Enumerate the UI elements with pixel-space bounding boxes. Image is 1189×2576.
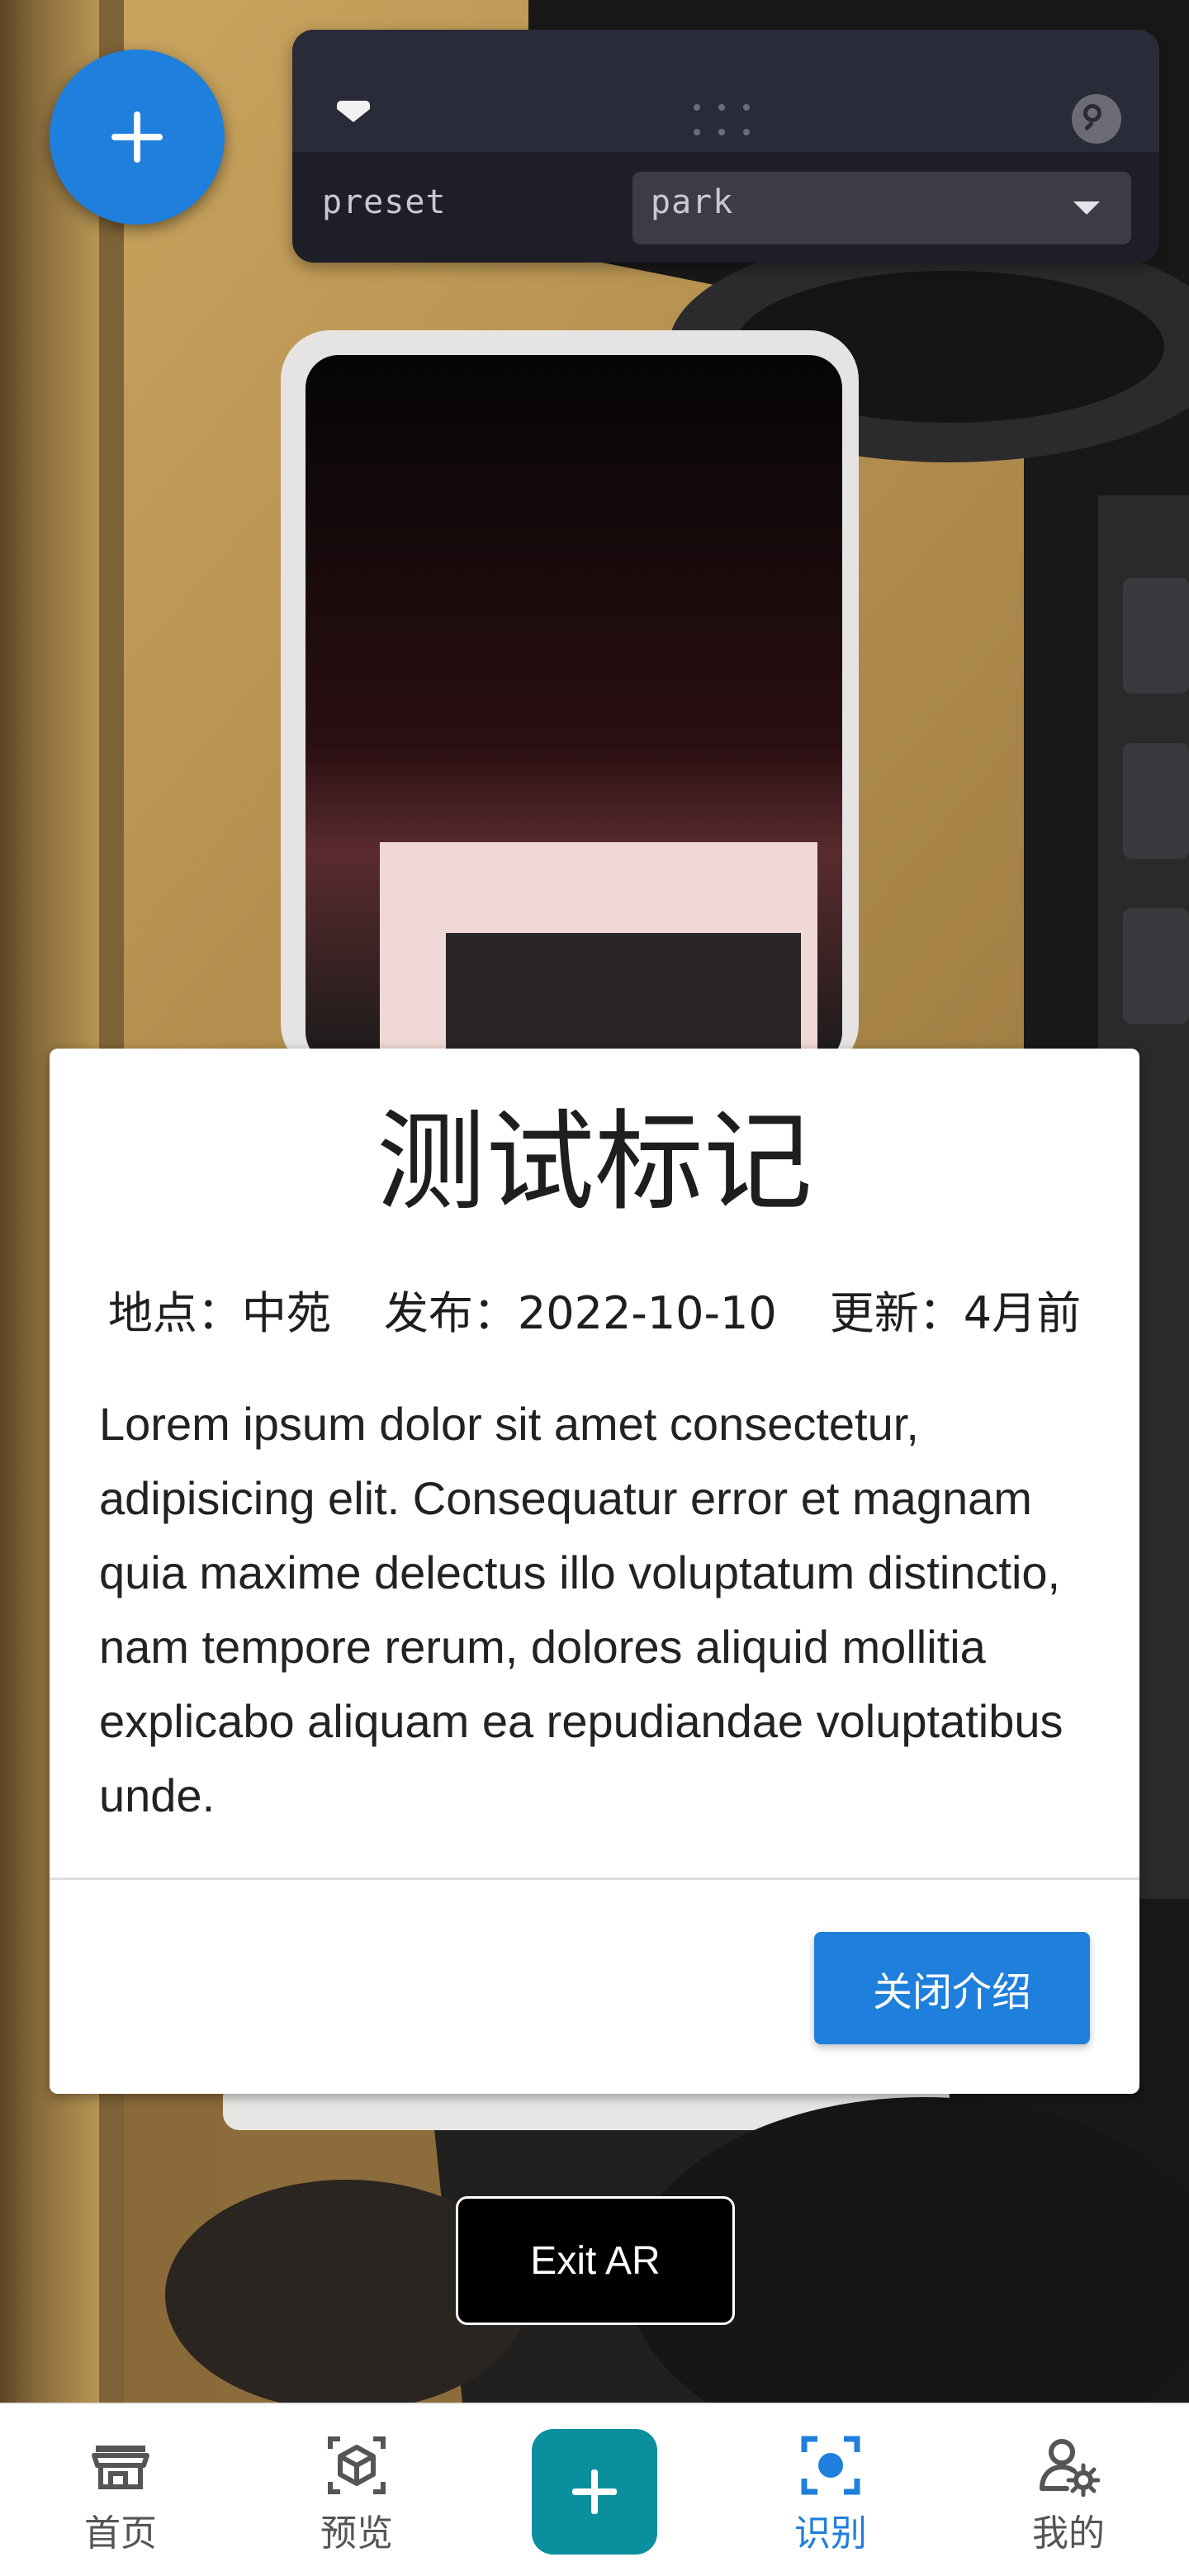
plus-icon <box>572 2469 617 2514</box>
location-text: 地点：中苑 <box>107 1287 331 1339</box>
tab-me-label: 我的 <box>1032 2512 1105 2555</box>
drag-handle-icon[interactable] <box>694 104 760 140</box>
card-title: 测试标记 <box>377 1099 812 1226</box>
search-icon[interactable] <box>1072 94 1121 144</box>
storefront-icon <box>92 2446 149 2489</box>
tab-home[interactable]: 首页 <box>38 2404 203 2576</box>
chevron-down-icon <box>1073 201 1100 215</box>
tab-add-button[interactable] <box>532 2429 657 2555</box>
tab-preview[interactable]: 预览 <box>274 2404 439 2576</box>
cube-icon <box>328 2436 386 2494</box>
ar-screen: preset park 测试标记 地点：中苑 发布：2022-10-10 更新：… <box>0 0 1189 2576</box>
preset-select-value: park <box>651 183 734 221</box>
tab-home-label: 首页 <box>84 2512 157 2555</box>
card-meta: 地点：中苑 发布：2022-10-10 更新：4月前 <box>50 1276 1139 1342</box>
collapse-toggle-icon[interactable] <box>337 101 370 122</box>
tab-me[interactable]: 我的 <box>986 2404 1151 2576</box>
add-marker-button[interactable] <box>50 50 225 225</box>
scan-icon <box>801 2436 860 2495</box>
gui-header <box>292 30 1159 152</box>
exit-ar-button[interactable]: Exit AR <box>456 2196 735 2325</box>
debug-gui-panel: preset park <box>292 30 1159 263</box>
preset-select[interactable]: park <box>632 172 1131 244</box>
close-intro-button[interactable]: 关闭介绍 <box>814 1932 1090 2044</box>
tab-recognize[interactable]: 识别 <box>748 2404 913 2576</box>
published-date: 发布：2022-10-10 <box>383 1287 777 1339</box>
card-divider <box>50 1878 1139 1880</box>
tab-recognize-label: 识别 <box>794 2512 867 2555</box>
updated-time: 更新：4月前 <box>829 1287 1082 1339</box>
user-settings-icon <box>1040 2439 1100 2497</box>
preset-label: preset <box>322 183 447 221</box>
card-description: Lorem ipsum dolor sit amet consectetur, … <box>99 1398 1063 1821</box>
bottom-tab-bar: 首页 预览 识别 我的 <box>0 2403 1189 2576</box>
tab-preview-label: 预览 <box>320 2512 393 2555</box>
marker-info-card: 测试标记 地点：中苑 发布：2022-10-10 更新：4月前 Lorem ip… <box>50 1049 1139 2094</box>
plus-icon <box>111 111 163 163</box>
